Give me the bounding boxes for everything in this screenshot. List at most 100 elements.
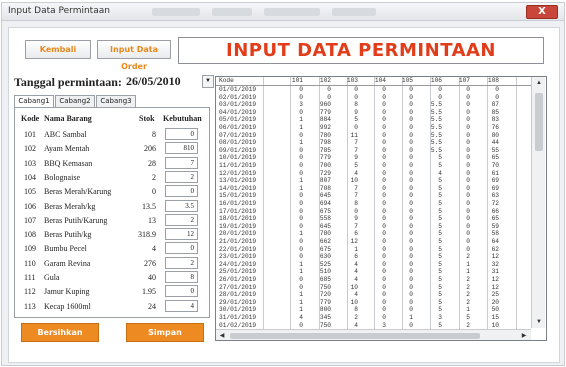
- kebutuhan-input[interactable]: 8: [165, 271, 198, 283]
- kebutuhan-input[interactable]: 2: [165, 213, 198, 226]
- grid-row[interactable]: 19/01/2019 0 645 7 0 0 5 0 59: [216, 223, 531, 230]
- grid-row[interactable]: 06/01/2019 1 992 0 0 0 5.5 0 76: [216, 124, 531, 131]
- grid-row[interactable]: 04/01/2019 0 779 9 0 0 5.5 0 85: [216, 109, 531, 116]
- scroll-up-icon[interactable]: ▲: [532, 77, 546, 89]
- vertical-scrollbar[interactable]: ▲ ▼: [531, 77, 545, 328]
- grid-date-cell: 31/01/2019: [219, 314, 257, 321]
- grid-row[interactable]: 22/01/2019 0 675 1 0 0 5 0 62: [216, 246, 531, 253]
- grid-value-cell: 5: [438, 154, 442, 162]
- grid-value-cell: 685: [319, 276, 331, 283]
- grid-value-cell: 708: [319, 184, 331, 192]
- kebutuhan-input[interactable]: 7: [165, 156, 198, 169]
- grid-row[interactable]: 05/01/2019 1 884 5 0 0 5.5 0 83: [216, 116, 531, 123]
- grid-value-cell: 0: [495, 86, 499, 93]
- close-button[interactable]: X: [526, 5, 558, 19]
- grid-value-cell: 0: [409, 260, 413, 268]
- grid-value-cell: 5: [438, 177, 442, 185]
- grid-value-cell: 4: [438, 169, 442, 177]
- grid-value-cell: 0: [466, 124, 470, 131]
- grid-value-cell: 69: [491, 177, 499, 185]
- grid-value-cell: 0: [409, 139, 413, 147]
- grid-value-cell: 0: [466, 215, 470, 223]
- grid-row[interactable]: 20/01/2019 1 780 6 0 0 5 0 58: [216, 230, 531, 237]
- scroll-right-icon[interactable]: ▶: [518, 330, 530, 340]
- grid-value-cell: 70: [491, 162, 499, 169]
- grid-value-cell: 0: [382, 93, 386, 101]
- kebutuhan-input[interactable]: 810: [165, 142, 198, 155]
- scroll-thumb[interactable]: [535, 93, 543, 151]
- grid-value-cell: 5.5: [430, 124, 442, 131]
- grid-row[interactable]: 16/01/2019 0 694 8 0 0 5 0 72: [216, 200, 531, 207]
- grid-value-cell: 0: [466, 238, 470, 245]
- grid-row[interactable]: 15/01/2019 0 645 7 0 0 5 0 63: [216, 192, 531, 199]
- kebutuhan-input[interactable]: 12: [165, 228, 198, 241]
- grid-row[interactable]: 31/01/2019 4 345 2 0 1 3 5 15: [216, 314, 531, 321]
- grid-value-cell: 0: [409, 298, 413, 306]
- grid-row[interactable]: 23/01/2019 0 630 6 0 0 5 2 12: [216, 253, 531, 260]
- grid-row[interactable]: 02/01/2019 0 0 0 0 0 0 0 0: [216, 94, 531, 101]
- item-kode: 105: [24, 187, 36, 197]
- grid-row[interactable]: 07/01/2019 0 780 11 0 0 5.5 0 80: [216, 132, 531, 139]
- horizontal-scrollbar[interactable]: ◀ ▶: [216, 329, 531, 340]
- grid-row[interactable]: 17/01/2019 0 675 0 0 0 5 0 66: [216, 208, 531, 215]
- kebutuhan-input[interactable]: 0: [165, 128, 198, 140]
- clear-button[interactable]: Bersihkan: [21, 323, 99, 342]
- grid-date-cell: 15/01/2019: [219, 192, 257, 200]
- kebutuhan-input[interactable]: 0: [165, 185, 198, 198]
- grid-row[interactable]: 21/01/2019 0 662 12 0 0 5 0 64: [216, 238, 531, 245]
- grid-row[interactable]: 18/01/2019 0 558 9 0 0 5 0 65: [216, 215, 531, 222]
- grid-header-cell: 101: [291, 77, 303, 84]
- grid-row[interactable]: 08/01/2019 1 798 7 0 0 5.5 0 44: [216, 139, 531, 146]
- grid-row[interactable]: 13/01/2019 1 807 10 0 0 5 0 69: [216, 177, 531, 184]
- scroll-down-icon[interactable]: ▼: [532, 316, 546, 328]
- grid-row[interactable]: 26/01/2019 0 685 4 0 0 5 2 12: [216, 276, 531, 283]
- horizontal-scroll-thumb[interactable]: [230, 333, 480, 339]
- grid-value-cell: 5: [354, 162, 358, 169]
- grid-value-cell: 1: [299, 184, 303, 192]
- grid-row[interactable]: 28/01/2019 1 720 4 0 0 5 2 25: [216, 291, 531, 298]
- kebutuhan-input[interactable]: 2: [165, 256, 198, 269]
- tab-cabang3[interactable]: Cabang3: [96, 95, 136, 107]
- history-grid[interactable]: Kode 101 102 103 104 105 106 107 108 01/01/2019 0 0…: [215, 76, 547, 341]
- column-header-stok: Stok: [139, 114, 155, 123]
- grid-row[interactable]: 01/02/2019 0 750 4 3 0 5 2 10: [216, 322, 531, 329]
- save-button[interactable]: Simpan: [126, 323, 204, 342]
- grid-value-cell: 0: [299, 131, 303, 139]
- date-input[interactable]: 26/05/2010: [126, 73, 200, 89]
- grid-value-cell: 0: [299, 283, 303, 291]
- grid-value-cell: 4: [299, 314, 303, 321]
- grid-date-cell: 03/01/2019: [219, 101, 257, 109]
- grid-row[interactable]: 11/01/2019 0 700 5 0 0 5 0 70: [216, 162, 531, 169]
- grid-row[interactable]: 29/01/2019 1 779 10 0 0 5 2 20: [216, 299, 531, 306]
- grid-row[interactable]: 01/01/2019 0 0 0 0 0 0 0 0: [216, 86, 531, 93]
- grid-row[interactable]: 25/01/2019 1 510 4 0 0 5 1 31: [216, 268, 531, 275]
- grid-row[interactable]: 24/01/2019 1 525 4 0 0 5 1 32: [216, 261, 531, 268]
- title-decoration: [332, 8, 376, 16]
- grid-row[interactable]: 27/01/2019 0 750 10 0 0 5 2 12: [216, 284, 531, 291]
- kebutuhan-input[interactable]: 3.5: [165, 199, 198, 212]
- date-dropdown-button[interactable]: ▼: [202, 75, 214, 88]
- grid-row[interactable]: 10/01/2019 0 779 9 0 0 5 0 65: [216, 154, 531, 161]
- input-order-button[interactable]: Input Data Order: [97, 40, 171, 71]
- grid-value-cell: 0: [409, 86, 413, 93]
- tab-cabang2[interactable]: Cabang2: [55, 95, 95, 107]
- back-button[interactable]: Kembali: [25, 40, 91, 59]
- kebutuhan-input[interactable]: 4: [165, 299, 198, 312]
- grid-row[interactable]: 12/01/2019 0 729 4 0 0 4 0 61: [216, 170, 531, 177]
- grid-row[interactable]: 30/01/2019 1 800 8 0 0 5 1 50: [216, 306, 531, 313]
- grid-value-cell: 0: [382, 222, 386, 230]
- kebutuhan-input[interactable]: 2: [165, 170, 198, 183]
- grid-value-cell: 0: [382, 238, 386, 245]
- date-label: Tanggal permintaan:: [14, 75, 122, 89]
- item-kode: 108: [24, 230, 36, 240]
- grid-value-cell: 0: [409, 131, 413, 139]
- grid-row[interactable]: 14/01/2019 1 708 7 0 0 5 0 69: [216, 185, 531, 192]
- grid-value-cell: 32: [491, 260, 499, 268]
- grid-value-cell: 1: [466, 306, 470, 314]
- grid-row[interactable]: 09/01/2019 0 785 7 0 0 5.5 0 55: [216, 147, 531, 154]
- kebutuhan-input[interactable]: 0: [165, 285, 198, 298]
- kebutuhan-input[interactable]: 0: [165, 242, 198, 255]
- grid-row[interactable]: 03/01/2019 3 960 8 0 0 5.5 0 87: [216, 101, 531, 108]
- grid-value-cell: 992: [319, 124, 331, 131]
- scroll-left-icon[interactable]: ◀: [216, 330, 228, 340]
